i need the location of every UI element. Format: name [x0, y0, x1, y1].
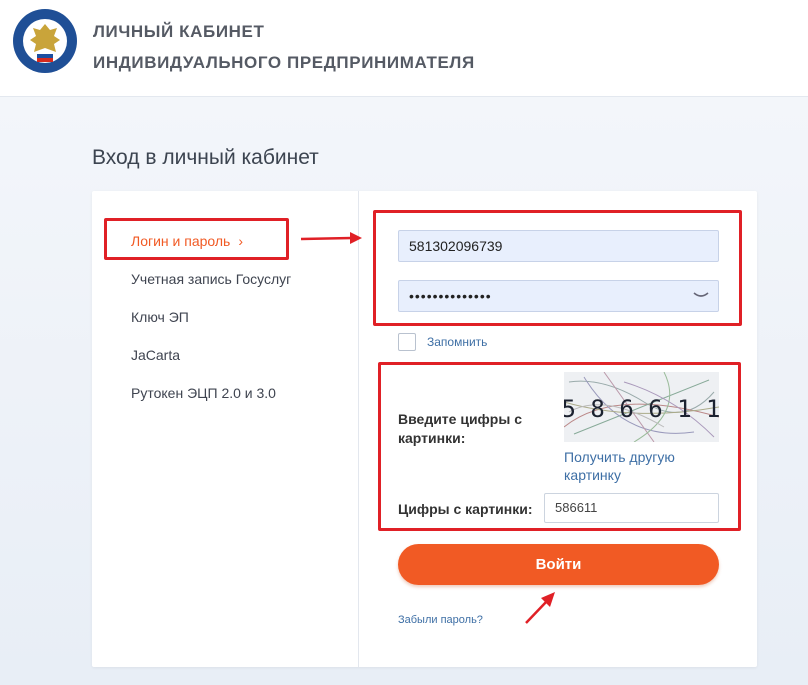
- page-title: Вход в личный кабинет: [92, 146, 319, 169]
- password-value: ••••••••••••••: [409, 288, 492, 304]
- brand-line-2: ИНДИВИДУАЛЬНОГО ПРЕДПРИНИМАТЕЛЯ: [93, 53, 475, 72]
- brand-line-1: ЛИЧНЫЙ КАБИНЕТ: [93, 22, 265, 41]
- captcha-digits: 5 8 6 6 1 1: [564, 395, 719, 423]
- captcha-digits-input[interactable]: 586611: [544, 493, 719, 523]
- digits-label: Цифры с картинки:: [398, 501, 533, 517]
- auth-method-label: Логин и пароль: [131, 233, 231, 249]
- auth-method-gosuslugi[interactable]: Учетная запись Госуслуг: [131, 271, 291, 287]
- forgot-password-link[interactable]: Забыли пароль?: [398, 614, 483, 626]
- site-header: ЛИЧНЫЙ КАБИНЕТ ИНДИВИДУАЛЬНОГО ПРЕДПРИНИ…: [0, 0, 808, 97]
- password-input[interactable]: ••••••••••••••: [398, 280, 719, 312]
- auth-method-jacarta[interactable]: JaCarta: [131, 347, 180, 363]
- login-button[interactable]: Войти: [398, 544, 719, 585]
- remember-label[interactable]: Запомнить: [427, 335, 487, 349]
- eye-icon[interactable]: [693, 290, 709, 300]
- brand-title: ЛИЧНЫЙ КАБИНЕТ ИНДИВИДУАЛЬНОГО ПРЕДПРИНИ…: [93, 16, 475, 78]
- fns-emblem-icon[interactable]: [12, 8, 78, 74]
- remember-checkbox[interactable]: [398, 333, 416, 351]
- auth-method-ep-key[interactable]: Ключ ЭП: [131, 309, 189, 325]
- auth-method-rutoken[interactable]: Рутокен ЭЦП 2.0 и 3.0: [131, 385, 276, 401]
- login-input[interactable]: 581302096739: [398, 230, 719, 262]
- captcha-prompt: Введите цифры с картинки:: [398, 411, 522, 446]
- captcha-image: 5 8 6 6 1 1: [564, 372, 719, 442]
- chevron-right-icon: ›: [238, 233, 243, 249]
- captcha-refresh-link[interactable]: Получить другую картинку: [564, 448, 714, 484]
- auth-method-login-password[interactable]: Логин и пароль ›: [131, 233, 243, 249]
- card-divider: [358, 191, 359, 667]
